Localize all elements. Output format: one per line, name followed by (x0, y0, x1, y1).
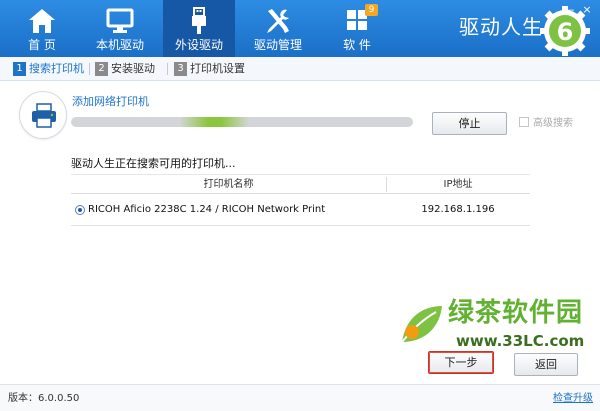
home-icon (29, 9, 55, 33)
nav-item-home[interactable]: 首 页 (6, 0, 78, 57)
tools-icon (267, 9, 289, 33)
step-search-printer: 1 搜索打印机 (13, 61, 84, 77)
search-progress-bar (71, 117, 413, 127)
leaf-logo-icon (401, 306, 442, 343)
nav-item-peripheral-drivers[interactable]: 外设驱动 (163, 0, 235, 57)
step-label: 打印机设置 (190, 62, 245, 75)
stop-button[interactable]: 停止 (432, 112, 507, 135)
brand-name: 驱动人生 (459, 15, 543, 39)
add-network-printer-link[interactable]: 添加网络打印机 (72, 95, 149, 109)
nav-label-peripheral-drivers: 外设驱动 (174, 38, 223, 52)
logo-digit: 6 (557, 18, 574, 46)
step-number: 2 (95, 62, 108, 76)
monitor-icon (106, 8, 134, 33)
printer-table: 打印机名称 IP地址 RICOH Aficio 2238C 1.24 / RIC… (71, 174, 530, 226)
drivethelife-logo: 6 (540, 6, 590, 56)
nav-label-local-drivers: 本机驱动 (95, 38, 144, 52)
column-header-printer-name[interactable]: 打印机名称 (71, 175, 386, 194)
next-step-button[interactable]: 下一步 (428, 351, 494, 374)
usb-icon (192, 7, 206, 34)
search-status-text: 驱动人生正在搜索可用的打印机... (71, 157, 236, 170)
step-number: 1 (13, 62, 26, 76)
nav-item-software[interactable]: 9 软 件 (321, 0, 393, 57)
nav-label-software: 软 件 (343, 38, 371, 52)
step-label: 安装驱动 (111, 62, 155, 75)
nav-label-home: 首 页 (28, 38, 56, 52)
wizard-steps: 1 搜索打印机 2 安装驱动 3 打印机设置 (0, 57, 600, 81)
nav-label-driver-management: 驱动管理 (253, 38, 302, 52)
top-nav-bar: 首 页 本机驱动 外设驱动 驱动管理 9 软 件 — × 驱动人生 6 (0, 0, 600, 57)
table-header: 打印机名称 IP地址 (71, 174, 530, 194)
status-footer: 版本：6.0.0.50 检查升级 (0, 384, 600, 411)
watermark-text: 绿茶软件园 (448, 298, 584, 328)
watermark-url: www.33LC.com (456, 332, 585, 350)
step-divider (89, 63, 90, 75)
version-text: 版本：6.0.0.50 (8, 393, 80, 404)
advanced-search-label: 高级搜索 (533, 118, 573, 129)
table-row[interactable]: RICOH Aficio 2238C 1.24 / RICOH Network … (71, 194, 530, 226)
printer-badge (19, 91, 67, 139)
step-install-driver: 2 安装驱动 (95, 61, 155, 77)
software-update-badge: 9 (365, 4, 378, 16)
nav-item-local-drivers[interactable]: 本机驱动 (84, 0, 156, 57)
step-printer-settings: 3 打印机设置 (174, 61, 245, 77)
nav-item-driver-management[interactable]: 驱动管理 (242, 0, 314, 57)
watermark: 绿茶软件园 www.33LC.com (398, 296, 594, 356)
advanced-search-checkbox[interactable]: 高级搜索 (519, 117, 573, 130)
search-progress-fill (180, 117, 249, 127)
step-number: 3 (174, 62, 187, 76)
printer-select-radio[interactable] (75, 205, 85, 215)
printer-name-cell: RICOH Aficio 2238C 1.24 / RICOH Network … (88, 204, 326, 215)
printer-icon (32, 103, 56, 128)
back-button[interactable]: 返回 (514, 353, 578, 376)
column-header-ip[interactable]: IP地址 (386, 175, 530, 194)
step-label: 搜索打印机 (29, 62, 84, 75)
check-update-link[interactable]: 检查升级 (553, 393, 593, 405)
checkbox-box[interactable] (519, 117, 529, 127)
printer-ip-cell: 192.168.1.196 (421, 204, 495, 215)
step-divider (167, 63, 168, 75)
